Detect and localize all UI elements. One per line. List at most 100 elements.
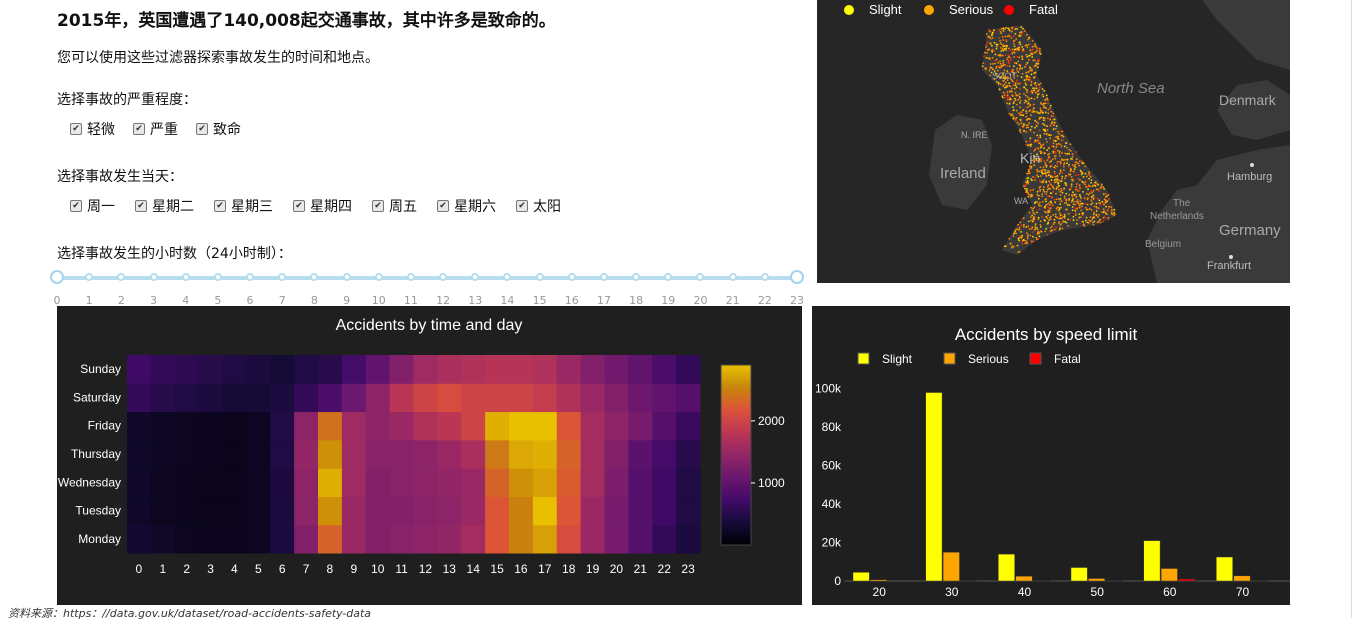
speed-bar[interactable]: [926, 393, 942, 582]
heatmap-cell[interactable]: [366, 412, 390, 441]
heatmap-cell[interactable]: [366, 440, 390, 469]
heatmap-cell[interactable]: [461, 525, 485, 554]
heatmap-cell[interactable]: [437, 525, 461, 554]
heatmap-cell[interactable]: [437, 355, 461, 384]
heatmap-cell[interactable]: [175, 468, 199, 497]
heatmap-cell[interactable]: [294, 525, 318, 554]
checkbox-box[interactable]: ✔: [372, 200, 384, 212]
heatmap-cell[interactable]: [390, 355, 414, 384]
heatmap-cell[interactable]: [246, 355, 270, 384]
heatmap-cell[interactable]: [557, 468, 581, 497]
heatmap-cell[interactable]: [294, 496, 318, 525]
slider-step[interactable]: [117, 273, 125, 281]
heatmap-cell[interactable]: [127, 440, 151, 469]
day-checkbox-3[interactable]: ✔星期四: [293, 196, 352, 216]
day-checkbox-5[interactable]: ✔星期六: [437, 196, 496, 216]
day-checkbox-4[interactable]: ✔周五: [372, 196, 417, 216]
heatmap-cell[interactable]: [509, 496, 533, 525]
heatmap-cell[interactable]: [461, 412, 485, 441]
heatmap-cell[interactable]: [461, 496, 485, 525]
heatmap-cell[interactable]: [676, 468, 700, 497]
heatmap-cell[interactable]: [533, 525, 557, 554]
heatmap-cell[interactable]: [246, 468, 270, 497]
heatmap-cell[interactable]: [605, 440, 629, 469]
heatmap-cell[interactable]: [676, 412, 700, 441]
heatmap-cell[interactable]: [246, 496, 270, 525]
severity-checkbox-0[interactable]: ✔轻微: [70, 119, 115, 139]
heatmap-cell[interactable]: [246, 412, 270, 441]
heatmap-cell[interactable]: [223, 525, 247, 554]
speed-bar[interactable]: [1216, 557, 1232, 581]
heatmap-cell[interactable]: [151, 525, 175, 554]
heatmap-cell[interactable]: [342, 383, 366, 412]
heatmap-cell[interactable]: [652, 355, 676, 384]
heatmap-cell[interactable]: [652, 440, 676, 469]
heatmap-cell[interactable]: [485, 496, 509, 525]
heatmap-cell[interactable]: [485, 440, 509, 469]
heatmap-cell[interactable]: [199, 525, 223, 554]
heatmap-cell[interactable]: [557, 440, 581, 469]
heatmap-cell[interactable]: [533, 440, 557, 469]
slider-step[interactable]: [664, 273, 672, 281]
heatmap-cell[interactable]: [509, 355, 533, 384]
heatmap-cell[interactable]: [605, 383, 629, 412]
heatmap-cell[interactable]: [175, 355, 199, 384]
day-checkbox-2[interactable]: ✔星期三: [214, 196, 273, 216]
heatmap-cell[interactable]: [223, 440, 247, 469]
heatmap-cell[interactable]: [390, 440, 414, 469]
heatmap-cell[interactable]: [270, 440, 294, 469]
heatmap-cell[interactable]: [318, 355, 342, 384]
severity-checkbox-1[interactable]: ✔严重: [133, 119, 178, 139]
heatmap-cell[interactable]: [628, 440, 652, 469]
checkbox-box[interactable]: ✔: [196, 123, 208, 135]
heatmap-cell[interactable]: [533, 383, 557, 412]
slider-end-handle[interactable]: [790, 270, 804, 284]
heatmap-cell[interactable]: [605, 496, 629, 525]
heatmap-cell[interactable]: [437, 468, 461, 497]
slider-step[interactable]: [85, 273, 93, 281]
checkbox-box[interactable]: ✔: [516, 200, 528, 212]
slider-step[interactable]: [310, 273, 318, 281]
heatmap-cell[interactable]: [676, 383, 700, 412]
heatmap-cell[interactable]: [294, 440, 318, 469]
heatmap-cell[interactable]: [628, 468, 652, 497]
speed-bar[interactable]: [1234, 576, 1250, 581]
heatmap-cell[interactable]: [151, 496, 175, 525]
slider-step[interactable]: [503, 273, 511, 281]
slider-step[interactable]: [536, 273, 544, 281]
heatmap-cell[interactable]: [628, 525, 652, 554]
heatmap-cell[interactable]: [676, 440, 700, 469]
heatmap-cell[interactable]: [676, 525, 700, 554]
slider-start-handle[interactable]: [50, 270, 64, 284]
heatmap-cell[interactable]: [151, 412, 175, 441]
heatmap-cell[interactable]: [581, 468, 605, 497]
heatmap-cell[interactable]: [270, 383, 294, 412]
heatmap-cell[interactable]: [461, 355, 485, 384]
heatmap-cell[interactable]: [342, 412, 366, 441]
heatmap-cell[interactable]: [628, 412, 652, 441]
heatmap-cell[interactable]: [557, 496, 581, 525]
speed-bar[interactable]: [1071, 568, 1087, 582]
heatmap-cell[interactable]: [246, 440, 270, 469]
heatmap-cell[interactable]: [294, 412, 318, 441]
heatmap-cell[interactable]: [318, 468, 342, 497]
heatmap-cell[interactable]: [127, 412, 151, 441]
heatmap-cell[interactable]: [223, 355, 247, 384]
heatmap-cell[interactable]: [223, 412, 247, 441]
slider-step[interactable]: [246, 273, 254, 281]
heatmap-cell[interactable]: [127, 496, 151, 525]
heatmap-cell[interactable]: [437, 412, 461, 441]
heatmap-cell[interactable]: [652, 525, 676, 554]
heatmap-cell[interactable]: [628, 383, 652, 412]
heatmap-cell[interactable]: [366, 355, 390, 384]
speed-bar[interactable]: [998, 554, 1014, 581]
checkbox-box[interactable]: ✔: [135, 200, 147, 212]
heatmap-cell[interactable]: [533, 496, 557, 525]
heatmap-cell[interactable]: [390, 383, 414, 412]
slider-step[interactable]: [343, 273, 351, 281]
heatmap-cell[interactable]: [127, 525, 151, 554]
speed-bar[interactable]: [1088, 579, 1104, 582]
checkbox-box[interactable]: ✔: [133, 123, 145, 135]
heatmap-cell[interactable]: [318, 412, 342, 441]
heatmap-cell[interactable]: [366, 383, 390, 412]
